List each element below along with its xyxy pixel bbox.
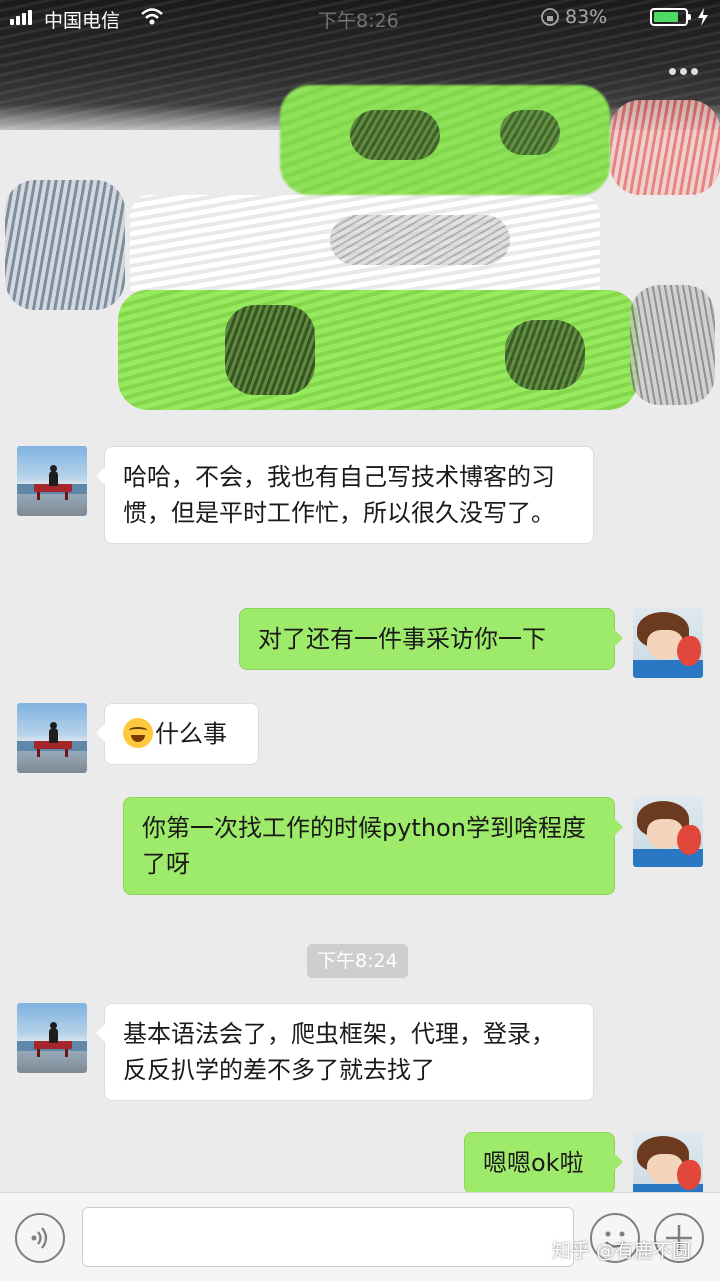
message-text: 什么事: [155, 720, 227, 748]
contact-avatar[interactable]: [17, 446, 87, 516]
outgoing-message-bubble[interactable]: 对了还有一件事采访你一下: [239, 608, 623, 670]
message-text: 对了还有一件事采访你一下: [258, 625, 546, 653]
self-avatar[interactable]: [633, 1132, 703, 1192]
wifi-icon: [141, 8, 163, 25]
battery-percent: 83%: [565, 6, 608, 28]
message-text: 基本语法会了，爬虫框架，代理，登录，反反扒学的差不多了就去找了: [123, 1020, 555, 1084]
message-text: 你第一次找工作的时候python学到啥程度了呀: [142, 814, 586, 878]
self-avatar[interactable]: [633, 797, 703, 867]
carrier-name: 中国电信: [44, 10, 121, 32]
battery-icon: [650, 8, 691, 26]
incoming-message-bubble[interactable]: 什么事: [96, 703, 259, 765]
incoming-message-bubble[interactable]: 基本语法会了，爬虫框架，代理，登录，反反扒学的差不多了就去找了: [96, 1003, 594, 1101]
contact-avatar[interactable]: [17, 1003, 87, 1073]
contact-avatar[interactable]: [17, 703, 87, 773]
chat-timestamp: 下午8:24: [307, 944, 408, 978]
status-bar: 中国电信 下午8:26 83%: [0, 0, 720, 36]
message-input[interactable]: [82, 1207, 574, 1267]
charging-icon: [698, 8, 708, 26]
status-time: 下午8:26: [318, 10, 399, 32]
watermark: 知乎 @有鹿不圆: [552, 1240, 692, 1262]
voice-button[interactable]: [15, 1213, 65, 1263]
voice-icon: [31, 1227, 48, 1249]
outgoing-message-bubble[interactable]: 嗯嗯ok啦: [464, 1132, 623, 1192]
outgoing-message-bubble[interactable]: 你第一次找工作的时候python学到啥程度了呀: [123, 797, 623, 895]
self-avatar[interactable]: [633, 608, 703, 678]
message-text: 哈哈，不会，我也有自己写技术博客的习惯，但是平时工作忙，所以很久没写了。: [123, 463, 555, 527]
chat-area[interactable]: 哈哈，不会，我也有自己写技术博客的习惯，但是平时工作忙，所以很久没写了。 对了还…: [0, 0, 720, 1192]
message-text: 嗯嗯ok啦: [483, 1149, 584, 1177]
lock-rotation-icon: [541, 8, 559, 26]
crying-laughing-emoji-icon: [123, 718, 153, 748]
signal-icon: [10, 10, 32, 25]
incoming-message-bubble[interactable]: 哈哈，不会，我也有自己写技术博客的习惯，但是平时工作忙，所以很久没写了。: [96, 446, 594, 544]
